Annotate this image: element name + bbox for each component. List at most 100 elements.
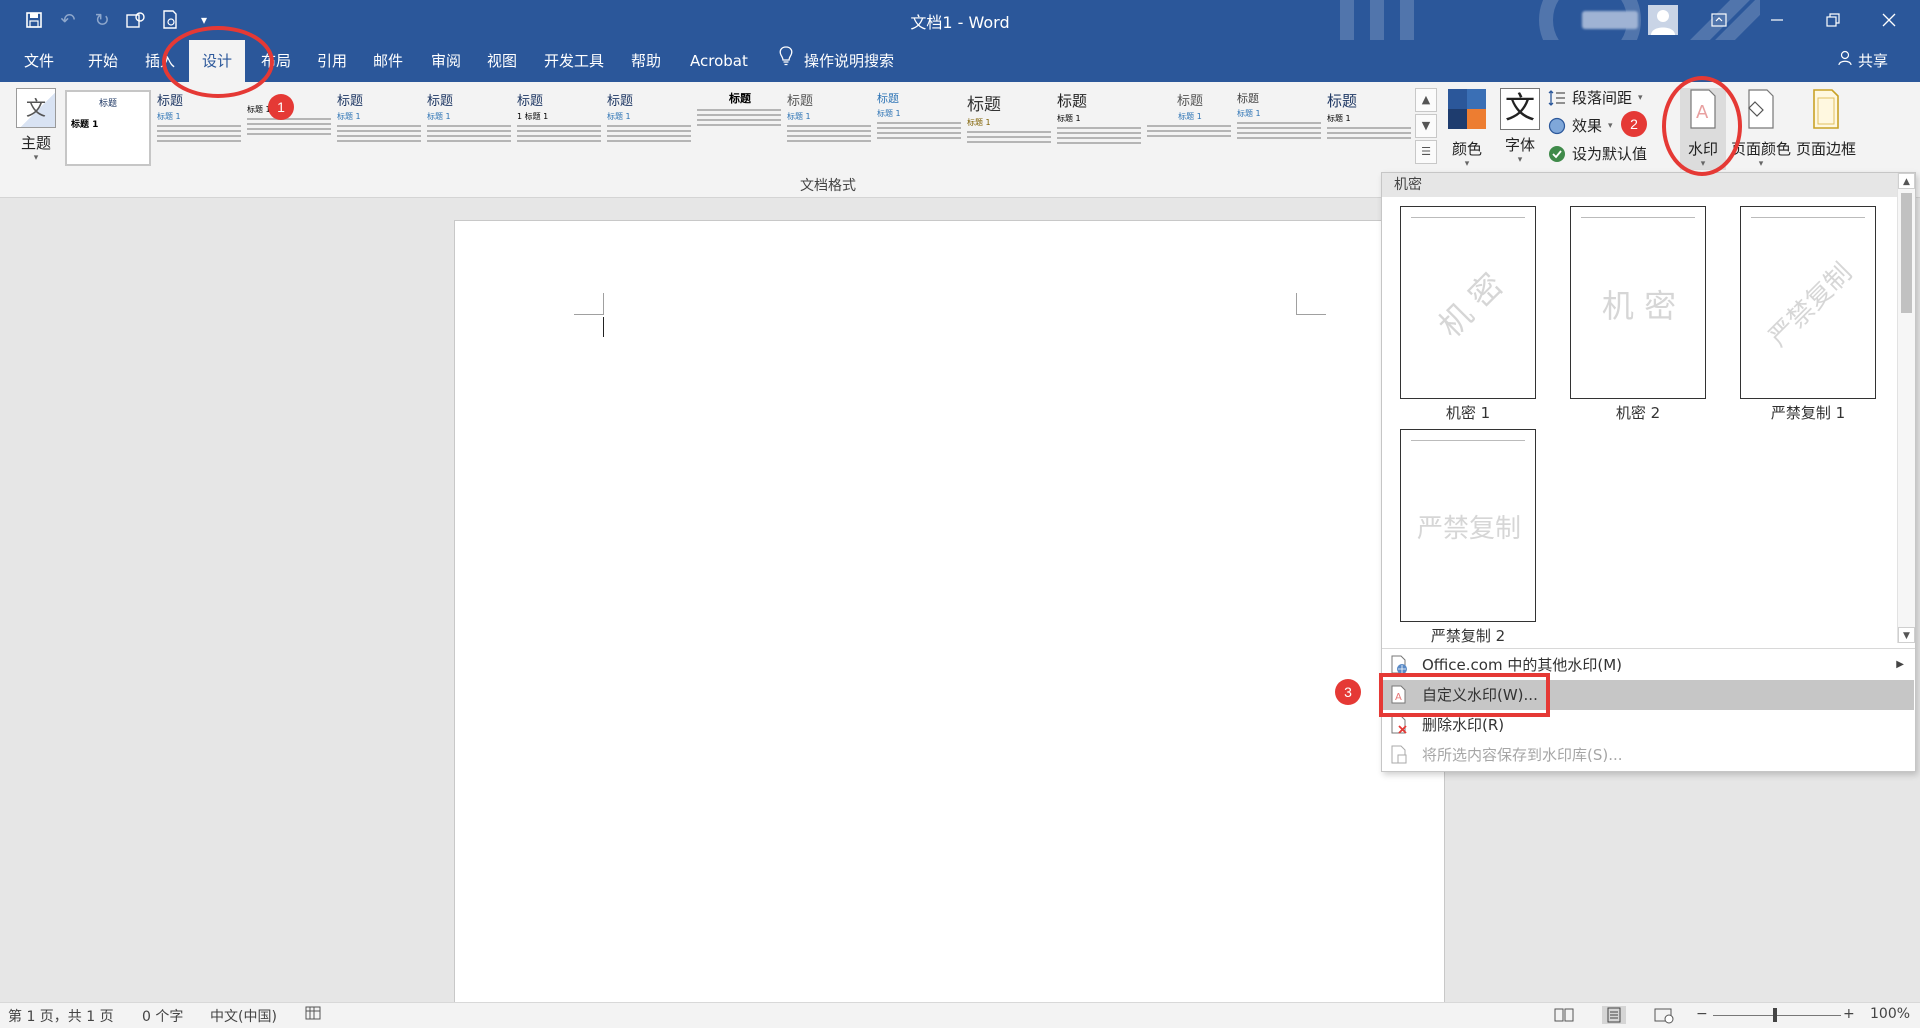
themes-label: 主题: [20, 134, 51, 152]
style-heading: 标题: [1237, 92, 1259, 105]
style-set-item[interactable]: 标题 标题 1: [337, 90, 423, 166]
tell-me-label: 操作说明搜索: [804, 52, 895, 70]
share-label: 共享: [1858, 52, 1889, 70]
tab-help[interactable]: 帮助: [629, 40, 663, 82]
style-set-item[interactable]: 标题 标题 1: [607, 90, 693, 166]
fonts-button[interactable]: 文 字体 ▾: [1496, 88, 1544, 165]
watermark-thumbnail[interactable]: 机 密: [1570, 206, 1706, 399]
checkmark-icon: [1549, 146, 1565, 162]
watermark-thumbnail[interactable]: 严禁复制: [1400, 429, 1536, 622]
effects-button[interactable]: 效果 ▾: [1548, 114, 1613, 138]
tab-acrobat[interactable]: Acrobat: [688, 40, 750, 82]
style-heading: 标题: [1057, 92, 1088, 110]
style-set-item[interactable]: 标题 标题 1: [967, 90, 1053, 166]
style-heading: 标题: [967, 95, 1001, 115]
tab-mailings[interactable]: 邮件: [371, 40, 405, 82]
watermark-thumbnail[interactable]: 严禁复制: [1740, 206, 1876, 399]
macro-recording-icon[interactable]: [305, 1006, 321, 1024]
style-set-item[interactable]: 标题: [697, 90, 783, 166]
style-set-item[interactable]: 标题 标题 1: [877, 90, 963, 166]
zoom-out-button[interactable]: −: [1696, 1006, 1708, 1022]
tab-view[interactable]: 视图: [485, 40, 519, 82]
gallery-scroll-down-icon[interactable]: ▼: [1415, 114, 1437, 138]
gallery-more-icon[interactable]: ☰: [1415, 140, 1437, 164]
tab-review[interactable]: 审阅: [429, 40, 463, 82]
close-icon[interactable]: [1866, 0, 1912, 40]
word-count[interactable]: 0 个字: [142, 1006, 183, 1026]
minimize-icon[interactable]: [1754, 0, 1800, 40]
share-button[interactable]: 共享: [1838, 40, 1888, 82]
colors-button[interactable]: 颜色 ▾: [1443, 88, 1491, 169]
scroll-up-icon[interactable]: ▲: [1898, 173, 1915, 189]
tab-references[interactable]: 引用: [315, 40, 349, 82]
effects-label: 效果: [1572, 117, 1603, 135]
crop-mark: [1296, 314, 1326, 315]
gallery-scroll: ▲ ▼ ☰: [1415, 88, 1437, 166]
style-subheading: 标题 1: [1057, 114, 1081, 123]
page-borders-button[interactable]: 页面边框: [1794, 88, 1858, 159]
read-mode-icon[interactable]: [1552, 1006, 1576, 1024]
crop-mark: [574, 314, 604, 315]
watermark-caption: 机密 1: [1445, 404, 1491, 422]
style-heading: 标题: [787, 94, 814, 109]
crop-mark: [603, 293, 604, 315]
chevron-down-icon: ▾: [1517, 155, 1523, 165]
watermark-gallery-scrollbar[interactable]: ▲ ▼: [1897, 173, 1915, 643]
style-set-item[interactable]: 标题 标题 1: [787, 90, 873, 166]
tab-developer[interactable]: 开发工具: [542, 40, 606, 82]
page-borders-icon: [1813, 89, 1839, 129]
style-heading: 标题: [517, 94, 544, 109]
style-set-item[interactable]: 标题 标题 1: [1237, 90, 1323, 166]
style-set-item[interactable]: 标题 标题 1: [1057, 90, 1143, 166]
style-heading: 标题: [729, 92, 751, 105]
annotation-badge: 2: [1621, 111, 1647, 137]
zoom-slider-thumb[interactable]: [1773, 1008, 1777, 1022]
style-heading: 标题: [1176, 94, 1203, 109]
style-heading: 标题: [1327, 92, 1358, 110]
tab-home[interactable]: 开始: [86, 40, 120, 82]
style-set-item[interactable]: 标题 标题 1: [1147, 90, 1233, 166]
zoom-slider[interactable]: [1713, 1015, 1841, 1016]
set-as-default-button[interactable]: 设为默认值: [1548, 142, 1647, 166]
language[interactable]: 中文(中国): [210, 1006, 277, 1026]
lightbulb-icon: [778, 40, 794, 82]
style-subheading: 标题 1: [337, 112, 361, 121]
tell-me-search[interactable]: 操作说明搜索: [778, 40, 894, 82]
style-subheading: 标题 1: [877, 109, 901, 118]
style-set-item[interactable]: 标题 标题 1: [157, 90, 243, 166]
avatar[interactable]: [1648, 5, 1678, 35]
watermark-thumbnail[interactable]: 机 密: [1400, 206, 1536, 399]
zoom-in-button[interactable]: +: [1843, 1006, 1855, 1022]
watermark-caption: 严禁复制 2: [1430, 627, 1506, 645]
annotation-ring-watermark: [1662, 76, 1742, 176]
style-set-item[interactable]: 标题 标题 1: [1327, 90, 1413, 166]
scroll-down-icon[interactable]: ▼: [1898, 627, 1915, 643]
paragraph-spacing-button[interactable]: 段落间距 ▾: [1548, 86, 1643, 110]
web-layout-icon[interactable]: [1652, 1006, 1676, 1024]
paragraph-spacing-icon: [1548, 90, 1565, 106]
style-subheading: 标题 1: [1237, 109, 1261, 118]
style-set-item[interactable]: 标题 标题 1: [65, 90, 151, 166]
menu-divider: [1382, 648, 1915, 649]
gallery-scroll-up-icon[interactable]: ▲: [1415, 88, 1437, 112]
print-layout-icon[interactable]: [1602, 1006, 1626, 1024]
person-icon: [1838, 40, 1854, 82]
annotation-badge: 1: [268, 94, 294, 120]
chevron-down-icon: ▾: [33, 153, 39, 163]
fonts-label: 字体: [1504, 136, 1535, 154]
save-to-gallery-icon: [1391, 745, 1407, 764]
page-count[interactable]: 第 1 页，共 1 页: [8, 1006, 114, 1026]
account-name[interactable]: [1582, 11, 1638, 29]
document-page[interactable]: [454, 220, 1445, 1002]
restore-icon[interactable]: [1810, 0, 1856, 40]
zoom-level[interactable]: 100%: [1870, 1006, 1910, 1022]
ribbon-display-options-icon[interactable]: [1696, 0, 1742, 40]
tab-file[interactable]: 文件: [22, 40, 56, 82]
style-set-item[interactable]: 标题 标题 1: [427, 90, 513, 166]
colors-label: 颜色: [1451, 140, 1482, 158]
scrollbar-thumb[interactable]: [1901, 193, 1912, 313]
watermark-preview-text: 机 密: [1601, 286, 1677, 325]
annotation-ring-design-tab: [162, 26, 274, 98]
style-set-item[interactable]: 标题 1 标题 1: [517, 90, 603, 166]
themes-button[interactable]: 文 主题 ▾: [14, 88, 58, 163]
